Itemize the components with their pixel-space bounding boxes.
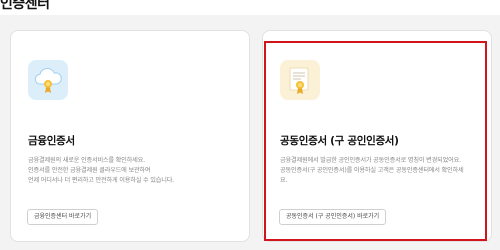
card-description-line: 언제 어디서나 더 편리하고 안전하게 이용하실 수 있습니다. [28, 177, 174, 184]
page-title: 인증센터 [0, 0, 50, 12]
card-description-line: 인증서를 안전한 금융결제원 클라우드에 보관하여 [28, 167, 151, 174]
highlight-annotation-box [264, 41, 487, 241]
financial-certificate-card: 금융인증서 금융결제원의 새로운 인증서비스를 확인하세요. 인증서를 안전한 … [10, 30, 250, 242]
cloud-certificate-icon [28, 60, 68, 100]
financial-cert-center-button[interactable]: 금융인증센터 바로가기 [27, 209, 99, 225]
card-description: 금융결제원의 새로운 인증서비스를 확인하세요. 인증서를 안전한 금융결제원 … [28, 156, 233, 186]
card-title: 금융인증서 [28, 135, 75, 147]
card-description-line: 금융결제원의 새로운 인증서비스를 확인하세요. [28, 157, 145, 164]
